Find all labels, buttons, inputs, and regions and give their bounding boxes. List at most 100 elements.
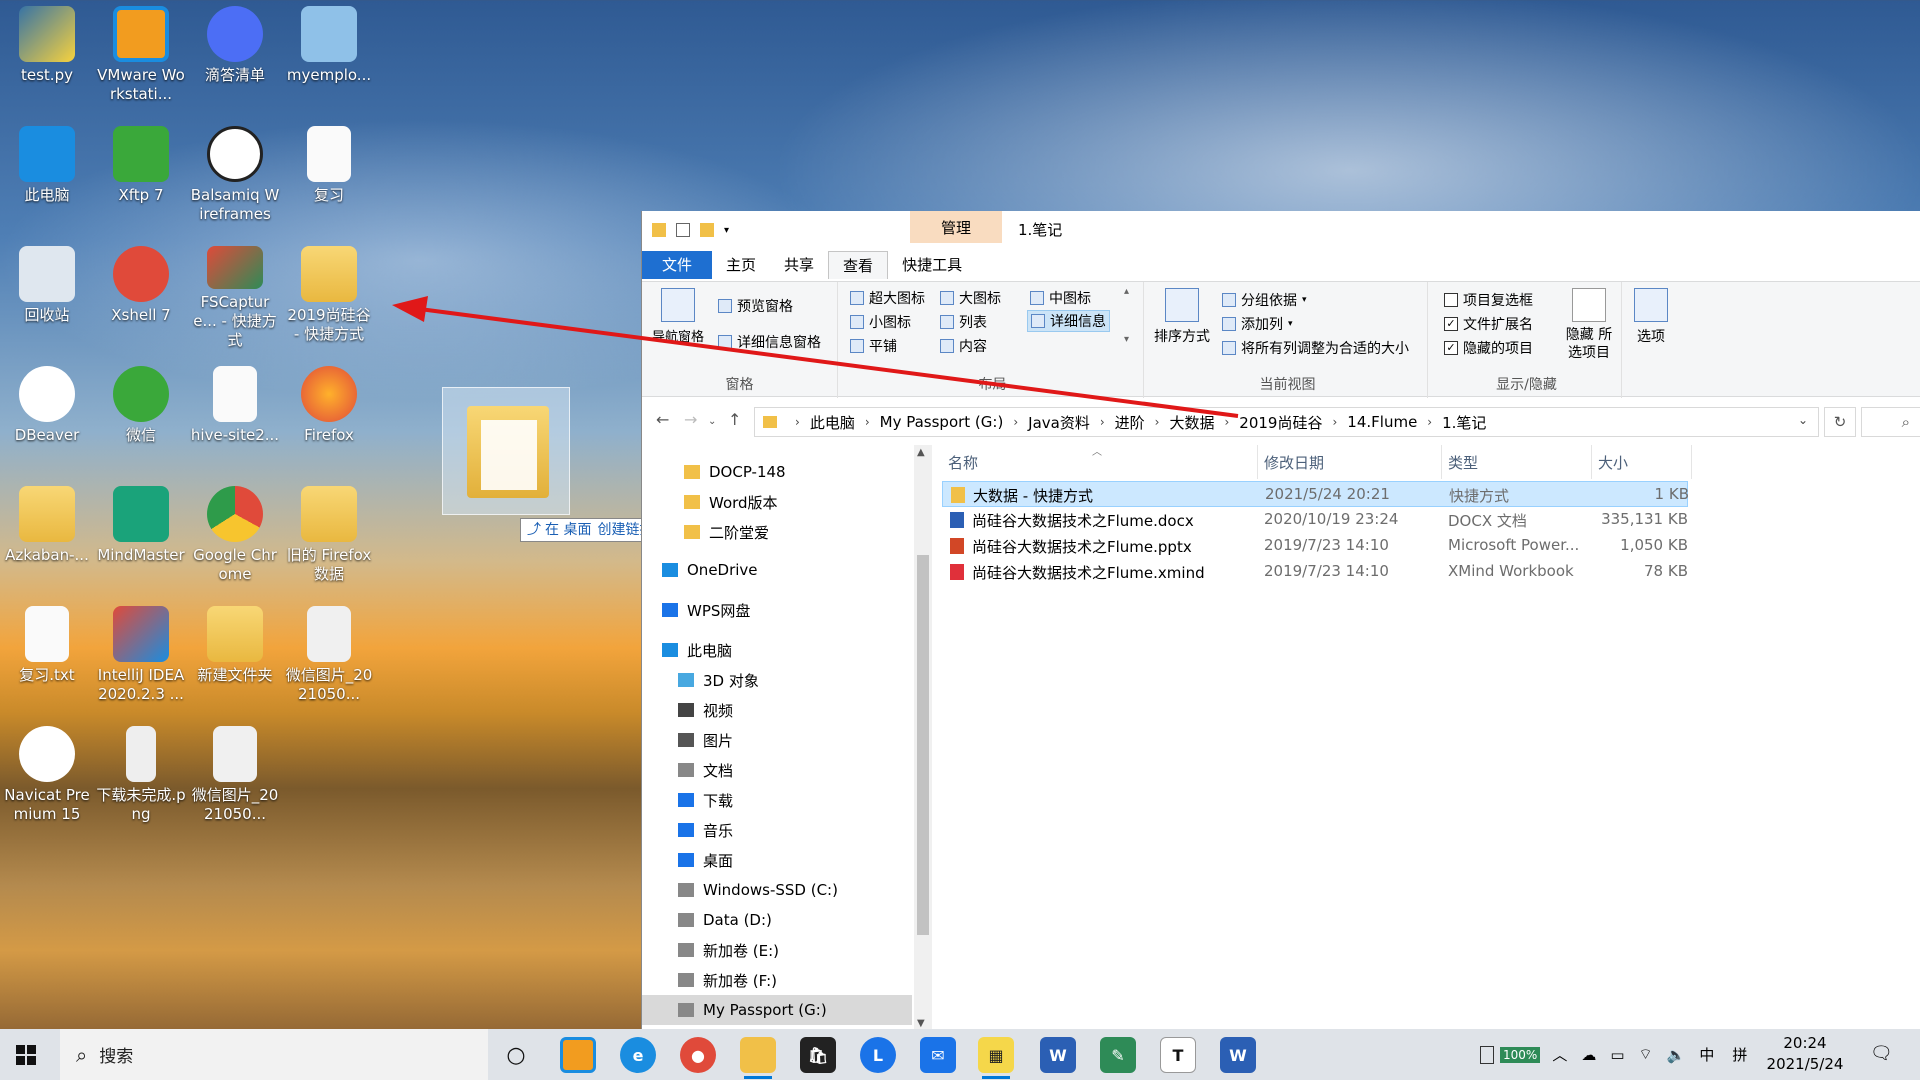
taskbar-search-box[interactable]: ⌕ 搜索 xyxy=(60,1029,488,1080)
nav-item[interactable]: 音乐 xyxy=(642,815,912,845)
nav-item[interactable]: 文档 xyxy=(642,755,912,785)
checkbox-checked-icon[interactable]: ✓ xyxy=(1444,341,1458,355)
multitask-app-icon[interactable] xyxy=(560,1037,596,1073)
breadcrumb-item[interactable]: 1.笔记 xyxy=(1442,412,1486,433)
file-row[interactable]: 尚硅谷大数据技术之Flume.docx 2020/10/19 23:24 DOCX … xyxy=(942,507,1688,533)
nav-item[interactable]: 此电脑 xyxy=(642,635,912,665)
desktop-icon[interactable]: Xftp 7 xyxy=(94,120,188,230)
details-pane-button[interactable]: 详细信息窗格 xyxy=(718,332,821,352)
layout-list[interactable]: 列表 xyxy=(940,312,987,332)
preview-pane-button[interactable]: 预览窗格 xyxy=(718,296,793,316)
nav-item[interactable]: 视频 xyxy=(642,695,912,725)
desktop-icon[interactable]: 新建文件夹 xyxy=(188,600,282,710)
file-row[interactable]: 尚硅谷大数据技术之Flume.pptx 2019/7/23 14:10 Micros… xyxy=(942,533,1688,559)
desktop-icon[interactable]: Google Chrome xyxy=(188,480,282,590)
hidden-items-toggle[interactable]: ✓ 隐藏的项目 xyxy=(1444,338,1533,358)
desktop-icon[interactable]: 此电脑 xyxy=(0,120,94,230)
nav-scrollbar[interactable]: ▲ ▼ xyxy=(914,445,932,1029)
desktop-icon[interactable]: 滴答清单 xyxy=(188,0,282,110)
address-bar[interactable]: › 此电脑 › My Passport (G:) › Java资料 › 进阶 › 大数据 › 2019… xyxy=(754,407,1819,437)
volume-icon[interactable]: 🔈 xyxy=(1667,1046,1686,1064)
nav-item[interactable]: Windows-SSD (C:) xyxy=(642,875,912,905)
breadcrumb-item[interactable]: 14.Flume xyxy=(1347,413,1417,431)
desktop-icon[interactable]: 微信图片_2021050... xyxy=(188,720,282,830)
hide-selected-button[interactable]: 隐藏 所选项目 xyxy=(1560,288,1618,362)
desktop-icon[interactable]: test.py xyxy=(0,0,94,110)
nav-item[interactable]: 二阶堂爱 xyxy=(642,517,912,547)
search-icon[interactable]: ⌕ xyxy=(1861,407,1920,437)
column-header-type[interactable]: 类型 xyxy=(1442,445,1592,479)
nav-pane-button[interactable]: 导航窗格 xyxy=(652,288,704,345)
nav-item[interactable]: OneDrive xyxy=(642,555,912,585)
plug-icon[interactable] xyxy=(1480,1045,1494,1064)
tab-shortcut-tools[interactable]: 快捷工具 xyxy=(888,251,976,279)
breadcrumb-chevron-icon[interactable]: › xyxy=(1100,415,1105,429)
scroll-thumb[interactable] xyxy=(917,555,929,935)
breadcrumb-item[interactable]: Java资料 xyxy=(1028,412,1090,433)
tab-share[interactable]: 共享 xyxy=(770,251,828,279)
size-all-columns-button[interactable]: 将所有列调整为合适的大小 xyxy=(1222,338,1409,358)
breadcrumb-chevron-icon[interactable]: › xyxy=(1224,415,1229,429)
desktop-icon[interactable]: hive-site2... xyxy=(188,360,282,470)
mail-icon[interactable]: ✉ xyxy=(920,1037,956,1073)
file-explorer-icon[interactable] xyxy=(740,1037,776,1079)
nav-item[interactable]: My Passport (G:) xyxy=(642,995,912,1025)
nav-item[interactable]: 图片 xyxy=(642,725,912,755)
layout-medium[interactable]: 中图标 xyxy=(1030,288,1091,308)
desktop-icon[interactable]: Firefox xyxy=(282,360,376,470)
breadcrumb-item[interactable]: 2019尚硅谷 xyxy=(1239,412,1322,433)
breadcrumb-item[interactable]: My Passport (G:) xyxy=(880,413,1004,431)
file-row[interactable]: 尚硅谷大数据技术之Flume.xmind 2019/7/23 14:10 XMind… xyxy=(942,559,1688,585)
group-by-button[interactable]: 分组依据 ▾ xyxy=(1222,290,1307,310)
desktop-icon[interactable]: DBeaver xyxy=(0,360,94,470)
word-icon[interactable]: W xyxy=(1040,1037,1076,1073)
lark-icon[interactable]: L xyxy=(860,1037,896,1073)
desktop-icon[interactable]: 微信图片_2021050... xyxy=(282,600,376,710)
chrome-icon[interactable]: ● xyxy=(680,1037,716,1073)
desktop-icon[interactable]: 复习.txt xyxy=(0,600,94,710)
nav-item[interactable]: 新加卷 (E:) xyxy=(642,935,912,965)
context-tab-manage[interactable]: 管理 xyxy=(910,211,1002,243)
tab-view[interactable]: 查看 xyxy=(828,251,889,279)
desktop-icon[interactable]: 回收站 xyxy=(0,240,94,350)
desktop-icon[interactable]: 下载未完成.png xyxy=(94,720,188,830)
item-checkboxes-toggle[interactable]: 项目复选框 xyxy=(1444,290,1533,310)
desktop-icon[interactable]: IntelliJ IDEA 2020.2.3 ... xyxy=(94,600,188,710)
breadcrumb-item[interactable]: 此电脑 xyxy=(810,412,855,433)
wechat-app-icon[interactable]: ▦ xyxy=(978,1037,1014,1079)
breadcrumb-chevron-icon[interactable]: › xyxy=(1013,415,1018,429)
windows-start-icon[interactable] xyxy=(16,1045,36,1065)
edge-icon[interactable]: e xyxy=(620,1037,656,1073)
desktop-icon[interactable]: Navicat Premium 15 xyxy=(0,720,94,830)
desktop-icon[interactable]: 复习 xyxy=(282,120,376,230)
desktop-icon[interactable]: Balsamiq Wireframes xyxy=(188,120,282,230)
layout-extra-large[interactable]: 超大图标 xyxy=(850,288,925,308)
desktop-icon[interactable]: 微信 xyxy=(94,360,188,470)
add-columns-button[interactable]: 添加列 ▾ xyxy=(1222,314,1293,334)
options-button[interactable]: 选项 xyxy=(1634,288,1668,346)
layout-more-button[interactable]: ▾ xyxy=(1124,334,1129,345)
desktop-icon[interactable]: MindMaster xyxy=(94,480,188,590)
wifi-icon[interactable]: ⌔ xyxy=(1639,1045,1653,1064)
breadcrumb-chevron-icon[interactable]: › xyxy=(865,415,870,429)
nav-item[interactable]: DOCP-148 xyxy=(642,457,912,487)
breadcrumb-chevron-icon[interactable]: › xyxy=(1332,415,1337,429)
new-folder-icon[interactable] xyxy=(700,223,714,237)
breadcrumb-chevron-icon[interactable]: › xyxy=(1427,415,1432,429)
scroll-down-icon[interactable]: ▼ xyxy=(917,1018,925,1029)
nav-item[interactable]: 下载 xyxy=(642,785,912,815)
refresh-icon[interactable]: ↻ xyxy=(1824,407,1856,437)
tab-file[interactable]: 文件 xyxy=(642,251,713,279)
desktop-icon[interactable]: Azkaban-... xyxy=(0,480,94,590)
clock[interactable]: 20:24 2021/5/24 xyxy=(1762,1033,1848,1075)
nav-item[interactable]: 3D 对象 xyxy=(642,665,912,695)
nav-item[interactable]: 桌面 xyxy=(642,845,912,875)
typora-icon[interactable]: T xyxy=(1160,1037,1196,1073)
desktop-icon[interactable]: Xshell 7 xyxy=(94,240,188,350)
tab-home[interactable]: 主页 xyxy=(712,251,770,279)
address-dropdown-icon[interactable]: ⌄ xyxy=(1798,413,1808,427)
up-arrow-icon[interactable]: ↑ xyxy=(728,410,741,429)
layout-content[interactable]: 内容 xyxy=(940,336,987,356)
file-extensions-toggle[interactable]: ✓ 文件扩展名 xyxy=(1444,314,1533,334)
back-arrow-icon[interactable]: ← xyxy=(656,410,669,429)
